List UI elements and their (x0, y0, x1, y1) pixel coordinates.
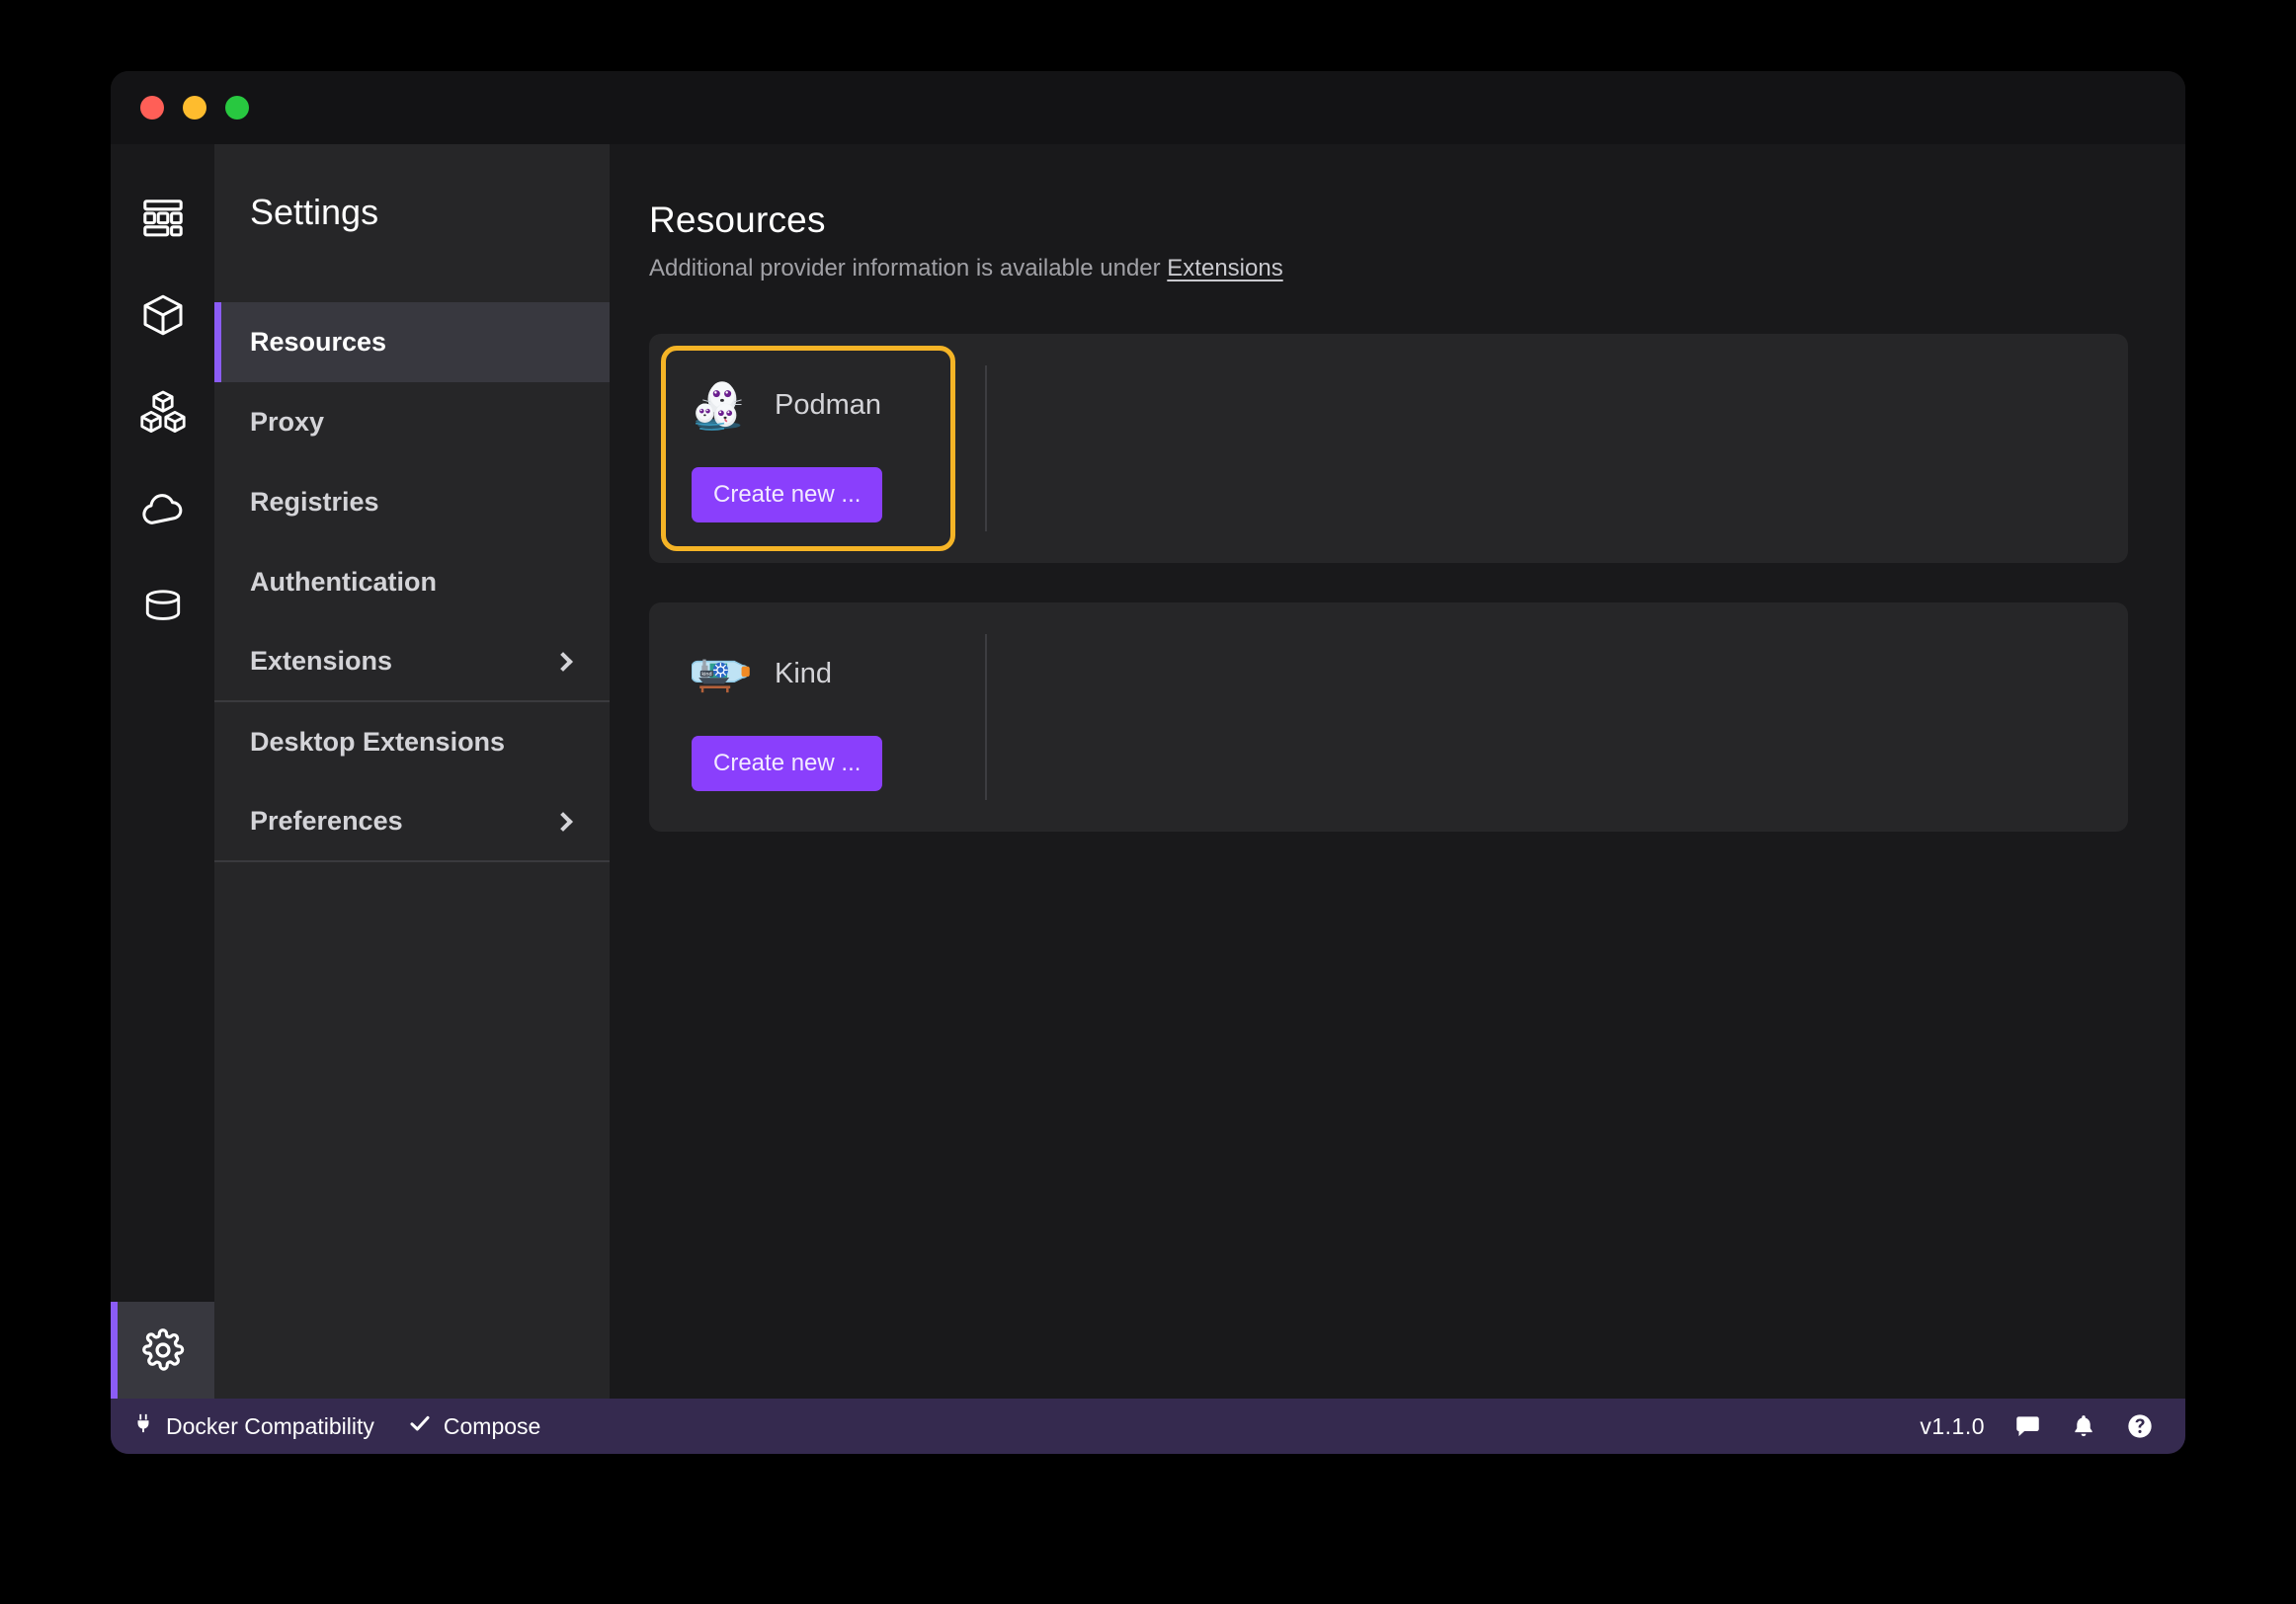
app-window: Settings Resources Proxy Registries Auth… (111, 71, 2185, 1454)
status-compose-label: Compose (443, 1412, 541, 1439)
settings-menu: Resources Proxy Registries Authenticatio… (214, 302, 610, 862)
status-docker-compatibility[interactable]: Docker Compatibility (132, 1412, 374, 1440)
provider-cards-list: Podman Create new ... kind Kind Create n… (649, 334, 2128, 832)
provider-header-podman: Podman (692, 372, 925, 438)
maximize-window-button[interactable] (225, 96, 249, 120)
page-subtitle: Additional provider information is avail… (649, 255, 2128, 282)
plug-icon (132, 1412, 154, 1440)
kind-ship-in-bottle-logo: kind (691, 641, 757, 706)
page-title: Resources (649, 200, 826, 240)
provider-name-podman: Podman (775, 388, 882, 421)
close-window-button[interactable] (140, 96, 164, 120)
settings-menu-item-preferences[interactable]: Preferences (214, 782, 610, 862)
main-content: Resources Additional provider informatio… (610, 144, 2185, 1399)
provider-actions-kind: Create new ... (692, 736, 925, 791)
cube-icon (139, 291, 187, 339)
settings-menu-label: Resources (250, 327, 387, 357)
provider-actions-podman: Create new ... (692, 467, 925, 522)
nav-rail-spacer (111, 654, 214, 1302)
status-docker-compatibility-label: Docker Compatibility (166, 1412, 374, 1439)
status-bar-left: Docker Compatibility Compose (132, 1411, 540, 1441)
nav-item-images[interactable] (111, 460, 214, 557)
database-icon (140, 583, 186, 628)
provider-details-kind (987, 614, 2116, 820)
settings-menu-label: Registries (250, 487, 379, 517)
cubes-icon (139, 388, 187, 436)
bell-icon[interactable] (2071, 1413, 2096, 1439)
settings-menu-item-resources[interactable]: Resources (214, 302, 610, 382)
provider-name-kind: Kind (775, 657, 833, 689)
window-titlebar (111, 71, 2185, 144)
nav-item-dashboard[interactable] (111, 170, 214, 267)
provider-pane-kind[interactable]: kind Kind Create new ... (661, 614, 955, 820)
provider-pane-podman[interactable]: Podman Create new ... (661, 346, 955, 551)
settings-menu-label: Extensions (250, 646, 393, 676)
status-compose[interactable]: Compose (408, 1411, 540, 1441)
status-version-label: v1.1.0 (1920, 1412, 1985, 1439)
settings-menu-item-authentication[interactable]: Authentication (214, 542, 610, 622)
settings-menu-label: Desktop Extensions (250, 727, 506, 757)
nav-item-settings[interactable] (111, 1302, 214, 1399)
dashboard-icon (140, 196, 186, 241)
settings-menu-item-extensions[interactable]: Extensions (214, 622, 610, 702)
settings-menu-label: Preferences (250, 806, 403, 836)
settings-menu-label: Authentication (250, 567, 437, 597)
svg-text:kind: kind (701, 672, 711, 678)
settings-panel-title: Settings (250, 192, 379, 232)
page-subtitle-text: Additional provider information is avail… (649, 255, 1168, 281)
chevron-right-icon (553, 651, 573, 672)
nav-item-volumes[interactable] (111, 557, 214, 654)
podman-seal-logo (692, 372, 757, 438)
provider-header-kind: kind Kind (691, 641, 925, 706)
settings-menu-item-proxy[interactable]: Proxy (214, 382, 610, 462)
chevron-right-icon (553, 811, 573, 832)
provider-card-podman: Podman Create new ... (649, 334, 2128, 563)
minimize-window-button[interactable] (183, 96, 206, 120)
traffic-lights (140, 96, 249, 120)
status-bar-right: v1.1.0 (1920, 1412, 2154, 1440)
settings-menu-item-desktop-extensions[interactable]: Desktop Extensions (214, 702, 610, 782)
settings-menu-item-registries[interactable]: Registries (214, 462, 610, 542)
provider-card-kind: kind Kind Create new ... (649, 602, 2128, 832)
nav-rail (111, 144, 214, 1399)
create-new-podman-button[interactable]: Create new ... (692, 467, 883, 522)
settings-menu-label: Proxy (250, 407, 325, 437)
extensions-link[interactable]: Extensions (1167, 255, 1282, 281)
window-body: Settings Resources Proxy Registries Auth… (111, 144, 2185, 1399)
provider-details-podman (987, 346, 2116, 551)
settings-panel: Settings Resources Proxy Registries Auth… (214, 144, 610, 1399)
chat-bubble-icon[interactable] (2014, 1413, 2041, 1440)
gear-icon (140, 1327, 186, 1373)
check-icon (408, 1411, 432, 1441)
cloud-icon (139, 485, 187, 532)
nav-item-pods[interactable] (111, 363, 214, 460)
settings-panel-filler (214, 862, 610, 1399)
nav-item-containers[interactable] (111, 267, 214, 363)
create-new-kind-button[interactable]: Create new ... (692, 736, 883, 791)
help-circle-icon[interactable] (2126, 1412, 2154, 1440)
status-bar: Docker Compatibility Compose v1.1.0 (111, 1399, 2185, 1454)
